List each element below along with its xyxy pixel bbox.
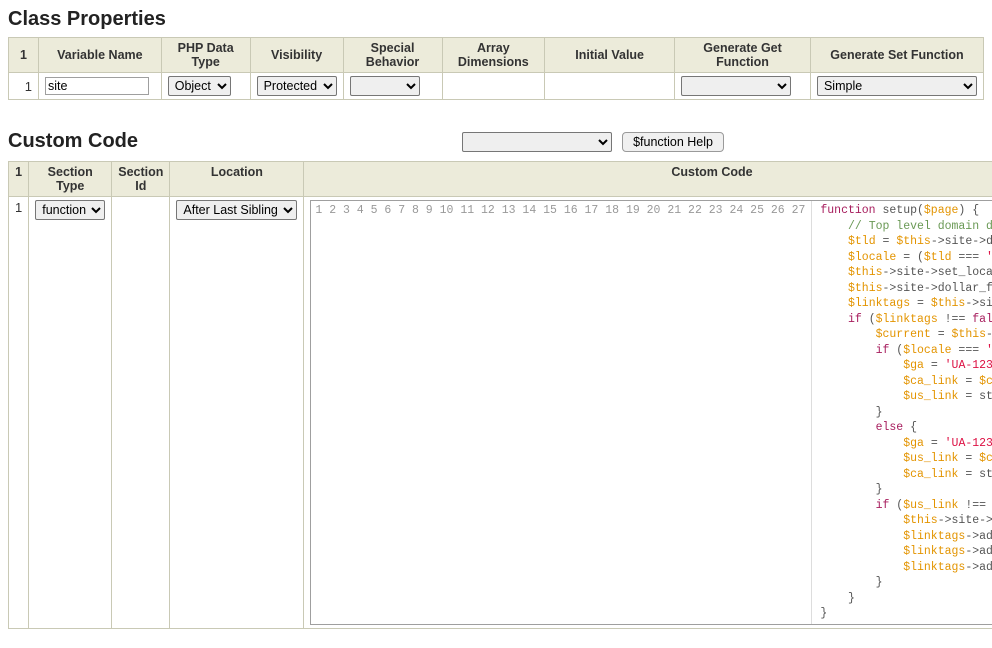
cell-php-data-type: Object xyxy=(161,73,250,100)
col-rownum: 1 xyxy=(9,162,29,197)
table-row: 1 Object Protected Simple xyxy=(9,73,984,100)
cell-code: 1 2 3 4 5 6 7 8 9 10 11 12 13 14 15 16 1… xyxy=(304,197,992,629)
col-php-data-type: PHP Data Type xyxy=(161,38,250,73)
col-section-type: Section Type xyxy=(29,162,112,197)
col-custom-code: Custom Code xyxy=(304,162,992,197)
col-location: Location xyxy=(170,162,304,197)
php-data-type-select[interactable]: Object xyxy=(168,76,231,96)
class-properties-heading: Class Properties xyxy=(8,8,984,31)
special-behavior-select[interactable] xyxy=(350,76,420,96)
cell-variable-name xyxy=(39,73,162,100)
cell-location: After Last Sibling xyxy=(170,197,304,629)
col-section-id: Section Id xyxy=(112,162,170,197)
section-type-select[interactable]: function xyxy=(35,200,105,220)
cell-special-behavior xyxy=(343,73,442,100)
function-list-select[interactable] xyxy=(462,132,612,152)
visibility-select[interactable]: Protected xyxy=(257,76,337,96)
col-array-dimensions: Array Dimensions xyxy=(442,38,545,73)
location-select[interactable]: After Last Sibling xyxy=(176,200,297,220)
variable-name-input[interactable] xyxy=(45,77,149,95)
function-help-button[interactable]: $function Help xyxy=(622,132,724,152)
custom-code-table: 1 Section Type Section Id Location Custo… xyxy=(8,161,992,629)
cell-section-type: function xyxy=(29,197,112,629)
cell-visibility: Protected xyxy=(250,73,343,100)
class-properties-table: 1 Variable Name PHP Data Type Visibility… xyxy=(8,37,984,100)
table-row: 1 function After Last Sibling 1 2 3 4 5 … xyxy=(9,197,992,629)
col-rownum: 1 xyxy=(9,38,39,73)
cell-array-dimensions xyxy=(442,73,545,100)
code-gutter: 1 2 3 4 5 6 7 8 9 10 11 12 13 14 15 16 1… xyxy=(311,201,812,624)
cell-rownum: 1 xyxy=(9,73,39,100)
col-visibility: Visibility xyxy=(250,38,343,73)
code-body[interactable]: function setup($page) { // Top level dom… xyxy=(812,201,992,624)
cell-generate-get xyxy=(675,73,811,100)
cell-initial-value xyxy=(545,73,675,100)
col-variable-name: Variable Name xyxy=(39,38,162,73)
code-editor[interactable]: 1 2 3 4 5 6 7 8 9 10 11 12 13 14 15 16 1… xyxy=(310,200,992,625)
custom-code-heading: Custom Code xyxy=(8,130,138,153)
generate-set-select[interactable]: Simple xyxy=(817,76,977,96)
cell-section-id xyxy=(112,197,170,629)
col-generate-get: Generate Get Function xyxy=(675,38,811,73)
cell-generate-set: Simple xyxy=(810,73,983,100)
generate-get-select[interactable] xyxy=(681,76,791,96)
col-generate-set: Generate Set Function xyxy=(810,38,983,73)
cell-rownum: 1 xyxy=(9,197,29,629)
col-initial-value: Initial Value xyxy=(545,38,675,73)
col-special-behavior: Special Behavior xyxy=(343,38,442,73)
